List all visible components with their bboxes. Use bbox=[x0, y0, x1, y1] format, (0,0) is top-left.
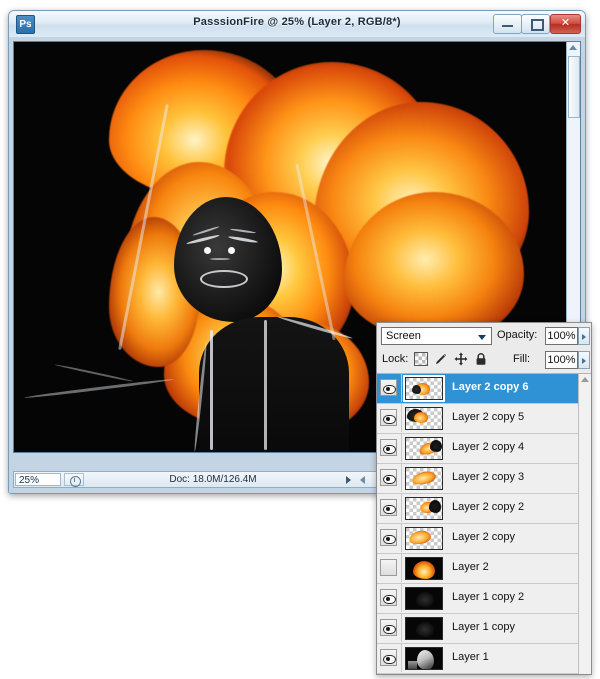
close-button[interactable]: ✕ bbox=[550, 14, 581, 34]
layers-panel-options: Screen Opacity: 100% Lock: Fill: 100% bbox=[377, 323, 591, 374]
layer-row[interactable]: Layer 2 copy bbox=[377, 524, 579, 554]
layer-thumbnail[interactable] bbox=[405, 617, 443, 640]
layer-visibility-toggle[interactable] bbox=[377, 434, 402, 462]
layer-row[interactable]: Layer 2 copy 6 bbox=[377, 374, 579, 404]
layer-visibility-toggle[interactable] bbox=[377, 494, 402, 522]
spinner-arrow-icon bbox=[582, 358, 586, 364]
layer-name: Layer 2 copy bbox=[452, 531, 515, 543]
layer-name: Layer 2 copy 5 bbox=[452, 411, 524, 423]
blend-mode-value: Screen bbox=[386, 330, 421, 342]
maximize-button[interactable] bbox=[521, 14, 550, 34]
layer-row[interactable]: Layer 2 bbox=[377, 554, 579, 584]
title-bar[interactable]: Ps PasssionFire @ 25% (Layer 2, RGB/8*) … bbox=[9, 11, 585, 38]
layer-row[interactable]: Layer 2 copy 2 bbox=[377, 494, 579, 524]
fill-input[interactable]: 100% bbox=[545, 351, 578, 369]
layer-name: Layer 2 copy 3 bbox=[452, 471, 524, 483]
scroll-left-arrow-icon[interactable] bbox=[360, 476, 365, 484]
layer-name: Layer 2 copy 6 bbox=[452, 381, 528, 393]
fill-spinner-button[interactable] bbox=[578, 351, 590, 369]
blend-mode-select[interactable]: Screen bbox=[381, 327, 492, 345]
layer-name: Layer 1 bbox=[452, 651, 489, 663]
layer-name: Layer 2 copy 2 bbox=[452, 501, 524, 513]
layer-visibility-toggle[interactable] bbox=[377, 464, 402, 492]
layer-thumbnail[interactable] bbox=[405, 437, 443, 460]
eye-icon[interactable] bbox=[380, 619, 397, 636]
opacity-input[interactable]: 100% bbox=[545, 327, 578, 345]
lock-label: Lock: bbox=[382, 353, 408, 365]
layer-name: Layer 1 copy bbox=[452, 621, 515, 633]
layer-visibility-toggle[interactable] bbox=[377, 524, 402, 552]
layer-list[interactable]: Layer 2 copy 6 Layer 2 copy 5 Layer 2 copy… bbox=[377, 374, 579, 674]
lock-image-pixels-icon[interactable] bbox=[434, 352, 448, 366]
eye-icon[interactable] bbox=[380, 499, 397, 516]
scroll-up-arrow-icon[interactable] bbox=[569, 45, 577, 50]
layer-name: Layer 2 bbox=[452, 561, 489, 573]
layer-name: Layer 2 copy 4 bbox=[452, 441, 524, 453]
eye-icon[interactable] bbox=[380, 409, 397, 426]
minimize-button[interactable] bbox=[493, 14, 522, 34]
spinner-arrow-icon bbox=[582, 334, 586, 340]
layer-thumbnail[interactable] bbox=[405, 407, 443, 430]
scroll-up-arrow-icon[interactable] bbox=[581, 377, 589, 382]
layers-panel: Screen Opacity: 100% Lock: Fill: 100% bbox=[376, 322, 592, 675]
layer-row[interactable]: Layer 1 copy 2 bbox=[377, 584, 579, 614]
zoom-level-field[interactable]: 25% bbox=[15, 473, 61, 486]
layer-thumbnail[interactable] bbox=[405, 467, 443, 490]
lock-position-icon[interactable] bbox=[454, 352, 468, 366]
layer-thumbnail[interactable] bbox=[405, 377, 443, 400]
layer-visibility-toggle[interactable] bbox=[377, 404, 402, 432]
layers-panel-scrollbar[interactable] bbox=[578, 374, 591, 674]
layer-row[interactable]: Layer 1 bbox=[377, 644, 579, 674]
opacity-spinner-button[interactable] bbox=[578, 327, 590, 345]
eye-icon[interactable] bbox=[380, 439, 397, 456]
eye-icon[interactable] bbox=[380, 529, 397, 546]
layer-thumbnail[interactable] bbox=[405, 497, 443, 520]
layer-thumbnail[interactable] bbox=[405, 587, 443, 610]
maximize-icon bbox=[531, 19, 544, 31]
layer-thumbnail[interactable] bbox=[405, 527, 443, 550]
layer-thumbnail[interactable] bbox=[405, 647, 443, 670]
opacity-label: Opacity: bbox=[497, 329, 537, 341]
eye-icon[interactable] bbox=[380, 469, 397, 486]
minimize-icon bbox=[502, 25, 513, 27]
layer-row[interactable]: Layer 1 copy bbox=[377, 614, 579, 644]
layer-row[interactable]: Layer 2 copy 3 bbox=[377, 464, 579, 494]
play-arrow-icon[interactable] bbox=[346, 476, 351, 484]
clock-icon[interactable] bbox=[64, 473, 84, 486]
chevron-down-icon bbox=[478, 335, 486, 340]
layer-visibility-toggle[interactable] bbox=[377, 554, 402, 582]
scrollbar-thumb[interactable] bbox=[568, 56, 580, 118]
eye-hidden-icon[interactable] bbox=[380, 559, 397, 576]
layer-visibility-toggle[interactable] bbox=[377, 584, 402, 612]
layer-row[interactable]: Layer 2 copy 5 bbox=[377, 404, 579, 434]
layer-visibility-toggle[interactable] bbox=[377, 374, 402, 402]
document-info: Doc: 18.0M/126.4M bbox=[88, 472, 338, 487]
eye-icon[interactable] bbox=[380, 379, 397, 396]
layer-thumbnail[interactable] bbox=[405, 557, 443, 580]
layer-name: Layer 1 copy 2 bbox=[452, 591, 524, 603]
eye-icon[interactable] bbox=[380, 649, 397, 666]
layer-visibility-toggle[interactable] bbox=[377, 614, 402, 642]
eye-icon[interactable] bbox=[380, 589, 397, 606]
fill-label: Fill: bbox=[513, 353, 530, 365]
layer-visibility-toggle[interactable] bbox=[377, 644, 402, 672]
lock-transparency-icon[interactable] bbox=[414, 352, 428, 366]
lock-all-icon[interactable] bbox=[474, 352, 488, 366]
close-icon: ✕ bbox=[551, 15, 580, 32]
layer-row[interactable]: Layer 2 copy 4 bbox=[377, 434, 579, 464]
